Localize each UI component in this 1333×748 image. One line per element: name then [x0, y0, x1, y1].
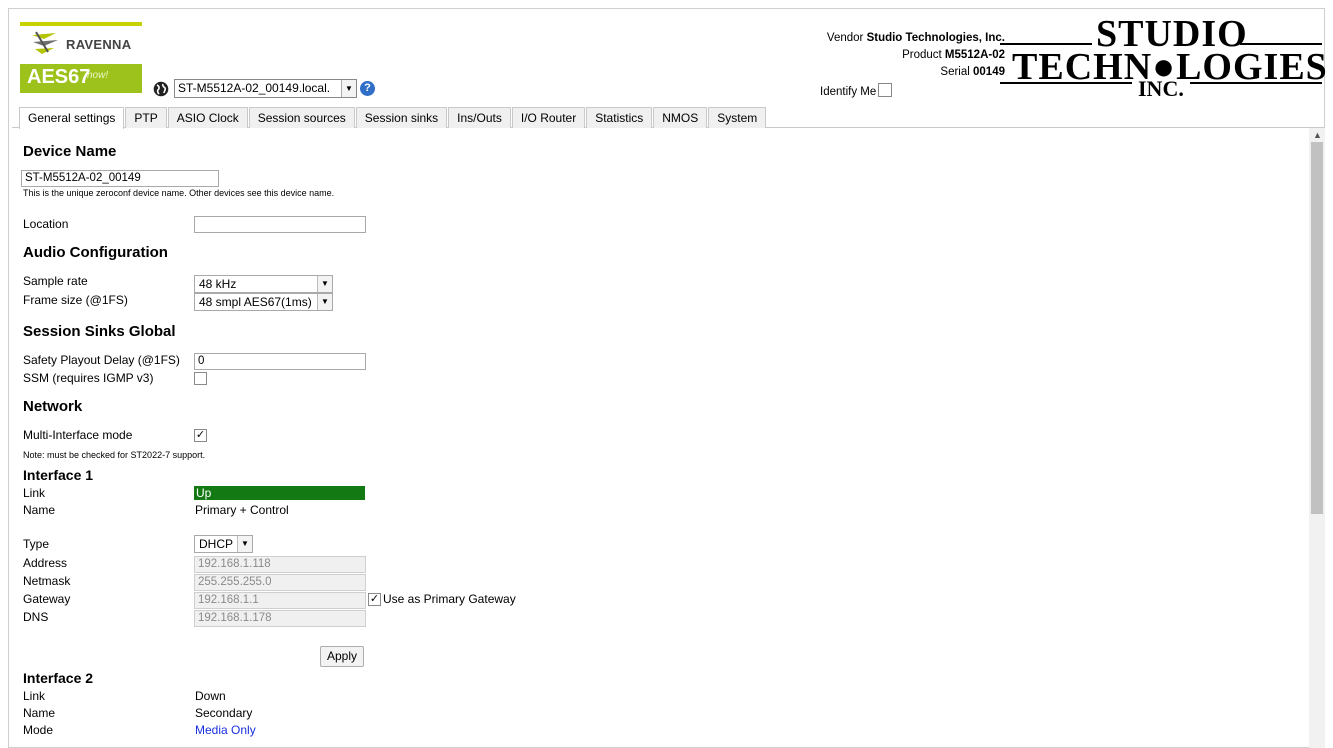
identify-checkbox[interactable]	[878, 83, 893, 97]
globe-icon[interactable]	[153, 81, 169, 97]
if1-link-status: Up	[194, 486, 365, 500]
safety-delay-label: Safety Playout Delay (@1FS)	[23, 353, 180, 367]
device-name-input[interactable]: ST-M5512A-02_00149	[21, 170, 219, 187]
location-input[interactable]	[194, 216, 366, 233]
sample-rate-select[interactable]: 48 kHz ▼	[194, 275, 333, 293]
if2-mode-label: Mode	[23, 723, 54, 737]
studio-technologies-logo: STUDIO TECHN●LOGIES INC.	[1000, 13, 1327, 101]
if1-netmask-input[interactable]: 255.255.255.0	[194, 574, 366, 591]
if1-name-value: Primary + Control	[195, 503, 289, 517]
logo-ravenna-text: RAVENNA	[66, 37, 132, 52]
safety-delay-input[interactable]: 0	[194, 353, 366, 370]
tab-ptp[interactable]: PTP	[125, 107, 167, 128]
ssm-checkbox[interactable]	[194, 372, 207, 385]
if1-netmask-label: Netmask	[23, 574, 71, 588]
if1-type-select[interactable]: DHCP ▼	[194, 535, 253, 553]
apply-button[interactable]: Apply	[320, 646, 365, 667]
frame-size-label: Frame size (@1FS)	[23, 293, 128, 307]
tab-session-sources[interactable]: Session sources	[248, 107, 355, 128]
logo-rule	[1000, 82, 1132, 84]
product-value: M5512A-02	[944, 49, 1005, 61]
frame-size-value: 48 smpl AES67(1ms)	[199, 295, 312, 309]
help-icon[interactable]: ?	[360, 81, 375, 96]
session-sinks-heading: Session Sinks Global	[23, 323, 176, 340]
device-name-heading: Device Name	[23, 143, 117, 160]
tab-statistics[interactable]: Statistics	[586, 107, 653, 128]
vendor-info: Vendor Studio Technologies, Inc. Product…	[827, 30, 1005, 81]
tab-nmos[interactable]: NMOS	[653, 107, 708, 128]
vendor-label: Vendor	[826, 32, 864, 44]
ravenna-aes67-logo: RAVENNA AES67 now!	[20, 22, 142, 93]
if2-link-value: Down	[195, 689, 226, 703]
if2-name-label: Name	[23, 706, 56, 720]
chevron-down-icon: ▼	[317, 276, 332, 292]
ssm-label: SSM (requires IGMP v3)	[23, 371, 154, 385]
multi-interface-checkbox[interactable]: ✓	[194, 429, 207, 442]
sample-rate-value: 48 kHz	[199, 277, 237, 291]
if1-link-label: Link	[23, 486, 46, 500]
brand-line-3: INC.	[1138, 76, 1184, 101]
product-label: Product	[902, 49, 942, 61]
logo-aes67-text: AES67	[27, 66, 91, 88]
tab-general-settings[interactable]: General settings	[19, 107, 125, 129]
tab-io-router[interactable]: I/O Router	[511, 107, 586, 128]
if2-name-value: Secondary	[195, 706, 253, 720]
identify-me: Identify Me	[820, 83, 893, 98]
primary-gateway-label: Use as Primary Gateway	[383, 592, 516, 606]
if1-gateway-label: Gateway	[23, 592, 71, 606]
logo-now-text: now!	[87, 70, 109, 81]
if1-type-value: DHCP	[199, 537, 234, 551]
network-heading: Network	[23, 398, 83, 415]
device-name-note: This is the unique zeroconf device name.…	[23, 188, 335, 198]
interface-2-heading: Interface 2	[23, 670, 94, 686]
check-icon: ✓	[195, 429, 206, 441]
sample-rate-label: Sample rate	[23, 274, 88, 288]
tab-system[interactable]: System	[708, 107, 767, 128]
tab-ins-outs[interactable]: Ins/Outs	[448, 107, 511, 128]
location-label: Location	[23, 217, 69, 231]
tab-session-sinks[interactable]: Session sinks	[355, 107, 448, 128]
if1-address-input[interactable]: 192.168.1.118	[194, 556, 366, 573]
vertical-scrollbar[interactable]: ▲	[1309, 128, 1325, 748]
if1-address-label: Address	[23, 556, 68, 570]
multi-interface-label: Multi-Interface mode	[23, 428, 133, 442]
chevron-down-icon: ▼	[341, 80, 356, 97]
serial-label: Serial	[940, 66, 970, 78]
frame-size-select[interactable]: 48 smpl AES67(1ms) ▼	[194, 293, 333, 311]
if1-gateway-input[interactable]: 192.168.1.1	[194, 592, 366, 609]
scrollbar-thumb[interactable]	[1311, 142, 1323, 514]
if1-dns-label: DNS	[23, 610, 49, 624]
identify-label: Identify Me	[820, 86, 877, 98]
primary-gateway-checkbox[interactable]: ✓	[368, 593, 381, 606]
network-note: Note: must be checked for ST2022-7 suppo…	[23, 450, 206, 460]
chevron-down-icon: ▼	[237, 536, 252, 552]
tab-asio-clock[interactable]: ASIO Clock	[167, 107, 248, 128]
scroll-up-icon[interactable]: ▲	[1313, 130, 1322, 140]
ravenna-bird-icon	[32, 31, 58, 54]
chevron-down-icon: ▼	[317, 294, 332, 310]
tab-bar: General settings PTP ASIO Clock Session …	[19, 107, 767, 129]
if1-name-label: Name	[23, 503, 56, 517]
vendor-value: Studio Technologies, Inc.	[866, 32, 1005, 44]
device-select[interactable]: ST-M5512A-02_00149.local. ▼	[174, 79, 357, 98]
audio-config-heading: Audio Configuration	[23, 244, 168, 261]
check-icon: ✓	[369, 593, 380, 605]
if1-dns-input[interactable]: 192.168.1.178	[194, 610, 366, 627]
if1-type-label: Type	[23, 537, 50, 551]
interface-1-heading: Interface 1	[23, 467, 94, 483]
if2-mode-value: Media Only	[195, 723, 256, 737]
if2-link-label: Link	[23, 689, 46, 703]
device-select-value: ST-M5512A-02_00149.local.	[178, 81, 331, 95]
logo-rule	[1190, 82, 1322, 84]
